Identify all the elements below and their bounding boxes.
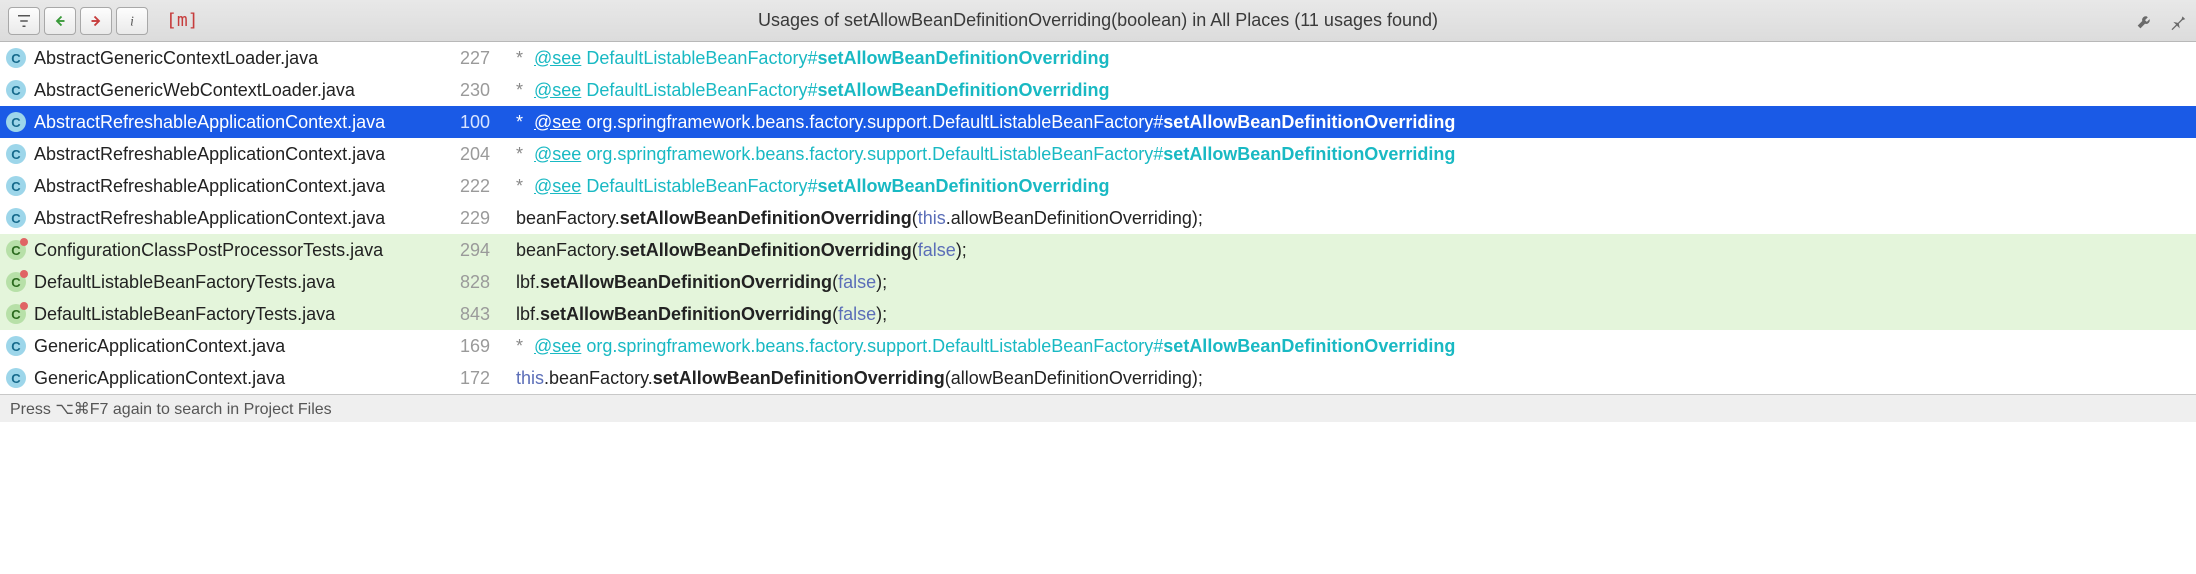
info-icon: i (123, 12, 141, 30)
usage-row[interactable]: C GenericApplicationContext.java169 * @see… (0, 330, 2196, 362)
code-snippet: lbf.setAllowBeanDefinitionOverriding(fal… (516, 304, 887, 325)
panel-title: Usages of setAllowBeanDefinitionOverridi… (0, 10, 2196, 31)
code-snippet: this.beanFactory.setAllowBeanDefinitionO… (516, 368, 1203, 389)
line-number: 100 (434, 112, 490, 133)
settings-button[interactable] (8, 7, 40, 35)
class-file-icon: C (6, 112, 26, 132)
usage-row[interactable]: C AbstractRefreshableApplicationContext.j… (0, 202, 2196, 234)
class-file-icon: C (6, 336, 26, 356)
usages-list: C AbstractGenericContextLoader.java227 * @… (0, 42, 2196, 394)
class-file-icon: C (6, 48, 26, 68)
line-number: 229 (434, 208, 490, 229)
right-tools (2134, 10, 2188, 32)
usage-row[interactable]: C AbstractGenericWebContextLoader.java230… (0, 74, 2196, 106)
arrow-return-left-icon (51, 12, 69, 30)
file-name: AbstractGenericContextLoader.java (34, 48, 434, 69)
file-name: GenericApplicationContext.java (34, 336, 434, 357)
code-snippet: * @see org.springframework.beans.factory… (516, 112, 1455, 133)
usage-row[interactable]: C ConfigurationClassPostProcessorTests.ja… (0, 234, 2196, 266)
line-number: 172 (434, 368, 490, 389)
status-hint: Press ⌥⌘F7 again to search in Project Fi… (10, 399, 332, 419)
line-number: 204 (434, 144, 490, 165)
class-file-icon: C (6, 272, 26, 292)
code-snippet: beanFactory.setAllowBeanDefinitionOverri… (516, 208, 1203, 229)
line-number: 169 (434, 336, 490, 357)
file-name: GenericApplicationContext.java (34, 368, 434, 389)
filter-settings-icon (15, 12, 33, 30)
class-file-icon: C (6, 304, 26, 324)
class-file-icon: C (6, 176, 26, 196)
toolbar: i [m] Usages of setAllowBeanDefinitionOv… (0, 0, 2196, 42)
file-name: AbstractRefreshableApplicationContext.ja… (34, 144, 434, 165)
usage-row[interactable]: C DefaultListableBeanFactoryTests.java828… (0, 266, 2196, 298)
file-name: AbstractRefreshableApplicationContext.ja… (34, 208, 434, 229)
wrench-icon[interactable] (2134, 10, 2156, 32)
code-snippet: beanFactory.setAllowBeanDefinitionOverri… (516, 240, 967, 261)
usage-row[interactable]: C AbstractRefreshableApplicationContext.j… (0, 138, 2196, 170)
code-snippet: * @see org.springframework.beans.factory… (516, 144, 1455, 165)
code-snippet: * @see DefaultListableBeanFactory#setAll… (516, 48, 1110, 69)
file-name: AbstractRefreshableApplicationContext.ja… (34, 176, 434, 197)
class-file-icon: C (6, 240, 26, 260)
code-snippet: lbf.setAllowBeanDefinitionOverriding(fal… (516, 272, 887, 293)
usage-row[interactable]: C AbstractRefreshableApplicationContext.j… (0, 106, 2196, 138)
next-occurrence-button[interactable] (80, 7, 112, 35)
class-file-icon: C (6, 368, 26, 388)
line-number: 294 (434, 240, 490, 261)
line-number: 222 (434, 176, 490, 197)
file-name: DefaultListableBeanFactoryTests.java (34, 272, 434, 293)
prev-occurrence-button[interactable] (44, 7, 76, 35)
info-button[interactable]: i (116, 7, 148, 35)
code-snippet: * @see DefaultListableBeanFactory#setAll… (516, 80, 1110, 101)
usage-row[interactable]: C AbstractGenericContextLoader.java227 * @… (0, 42, 2196, 74)
line-number: 230 (434, 80, 490, 101)
pin-icon[interactable] (2166, 10, 2188, 32)
arrow-return-right-icon (87, 12, 105, 30)
scope-indicator: [m] (166, 10, 199, 31)
class-file-icon: C (6, 80, 26, 100)
line-number: 828 (434, 272, 490, 293)
file-name: AbstractGenericWebContextLoader.java (34, 80, 434, 101)
usage-row[interactable]: C AbstractRefreshableApplicationContext.j… (0, 170, 2196, 202)
line-number: 843 (434, 304, 490, 325)
class-file-icon: C (6, 144, 26, 164)
code-snippet: * @see org.springframework.beans.factory… (516, 336, 1455, 357)
code-snippet: * @see DefaultListableBeanFactory#setAll… (516, 176, 1110, 197)
usage-row[interactable]: C GenericApplicationContext.java172 this.b… (0, 362, 2196, 394)
file-name: DefaultListableBeanFactoryTests.java (34, 304, 434, 325)
status-bar: Press ⌥⌘F7 again to search in Project Fi… (0, 394, 2196, 422)
usage-row[interactable]: C DefaultListableBeanFactoryTests.java843… (0, 298, 2196, 330)
file-name: ConfigurationClassPostProcessorTests.jav… (34, 240, 434, 261)
class-file-icon: C (6, 208, 26, 228)
file-name: AbstractRefreshableApplicationContext.ja… (34, 112, 434, 133)
svg-text:i: i (130, 13, 134, 28)
line-number: 227 (434, 48, 490, 69)
